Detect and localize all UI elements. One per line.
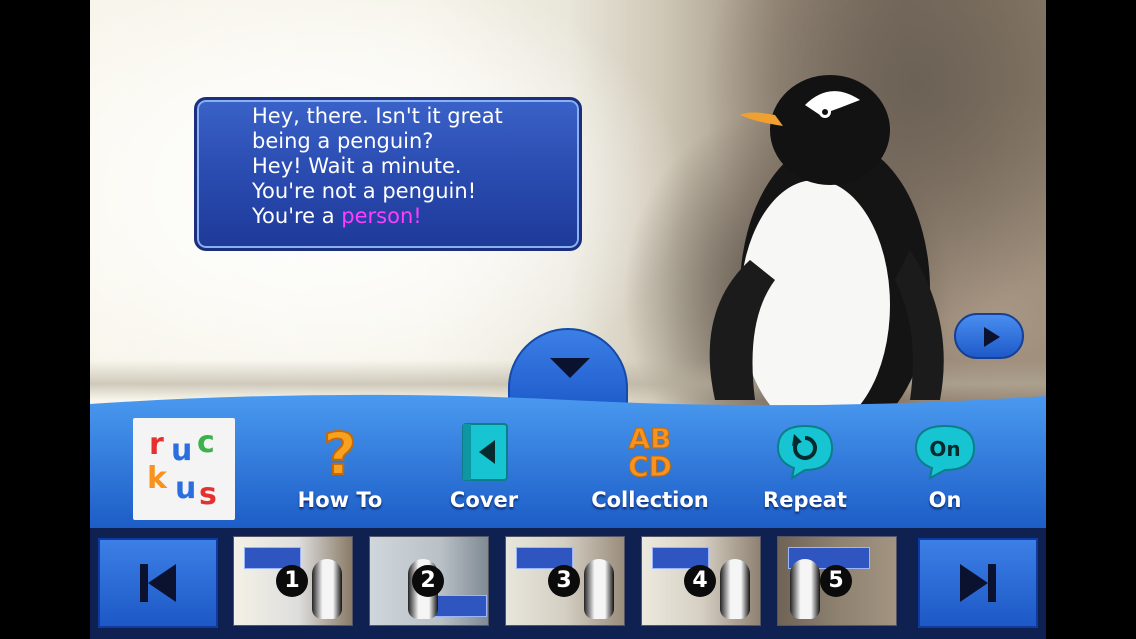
book-cover-icon — [449, 420, 519, 482]
skip-back-icon — [140, 564, 176, 602]
svg-text:ABCD: AB CD — [628, 422, 672, 482]
page-thumbnail[interactable]: 1 — [233, 536, 353, 626]
audio-label: On — [928, 488, 962, 512]
page-thumbnail[interactable]: 4 — [641, 536, 761, 626]
cover-label: Cover — [449, 488, 519, 512]
first-page-button[interactable] — [98, 538, 218, 628]
collection-button[interactable]: AB CD Collection — [585, 420, 715, 513]
last-page-button[interactable] — [918, 538, 1038, 628]
story-line: Hey, there. Isn't it great — [252, 104, 503, 128]
collection-label: Collection — [591, 488, 709, 512]
penguin-illustration — [709, 75, 944, 410]
story-illustration: Hey, there. Isn't it great being a pengu… — [90, 0, 1046, 420]
svg-text:s: s — [199, 477, 217, 512]
ruckus-logo[interactable]: r u c k u s — [133, 418, 235, 520]
svg-text:u: u — [171, 433, 192, 468]
skip-forward-icon — [960, 564, 996, 602]
thumbnail-number: 5 — [820, 565, 852, 597]
speech-on-icon: On — [910, 420, 980, 482]
svg-text:?: ? — [323, 420, 357, 482]
toolbar: r u c k u s ? How To Cover AB CD Collect… — [90, 390, 1046, 530]
svg-text:k: k — [147, 461, 168, 496]
repeat-button[interactable]: Repeat — [755, 420, 855, 512]
cover-button[interactable]: Cover — [434, 420, 534, 512]
how-to-label: How To — [297, 488, 383, 512]
abcd-icon: AB CD — [615, 420, 685, 484]
down-arrow-icon — [550, 358, 590, 378]
thumbnail-number: 1 — [276, 565, 308, 597]
svg-text:u: u — [175, 471, 196, 506]
page-thumbnail[interactable]: 3 — [505, 536, 625, 626]
story-line: being a penguin? — [252, 129, 434, 153]
svg-text:On: On — [929, 437, 960, 461]
question-icon: ? — [305, 419, 375, 489]
story-text-box: Hey, there. Isn't it great being a pengu… — [194, 97, 582, 251]
thumbnail-number: 3 — [548, 565, 580, 597]
thumbnail-number: 4 — [684, 565, 716, 597]
thumbnail-number: 2 — [412, 565, 444, 597]
story-line: Hey! Wait a minute. — [252, 154, 462, 178]
repeat-icon — [770, 420, 840, 482]
svg-text:c: c — [197, 425, 215, 460]
audio-toggle-button[interactable]: On On — [900, 420, 990, 512]
how-to-button[interactable]: ? How To — [290, 419, 390, 512]
next-page-button[interactable] — [954, 313, 1024, 359]
story-line: You're not a penguin! — [252, 179, 477, 203]
play-arrow-icon — [984, 327, 1000, 347]
svg-text:r: r — [149, 427, 164, 462]
repeat-label: Repeat — [763, 488, 847, 512]
page-thumbnail[interactable]: 5 — [777, 536, 897, 626]
book-page: Hey, there. Isn't it great being a pengu… — [90, 0, 1046, 639]
highlighted-word: person! — [341, 204, 422, 228]
page-thumbnail-strip: 1 2 3 4 5 — [90, 528, 1046, 639]
story-line: You're a — [252, 204, 342, 228]
page-thumbnail[interactable]: 2 — [369, 536, 489, 626]
